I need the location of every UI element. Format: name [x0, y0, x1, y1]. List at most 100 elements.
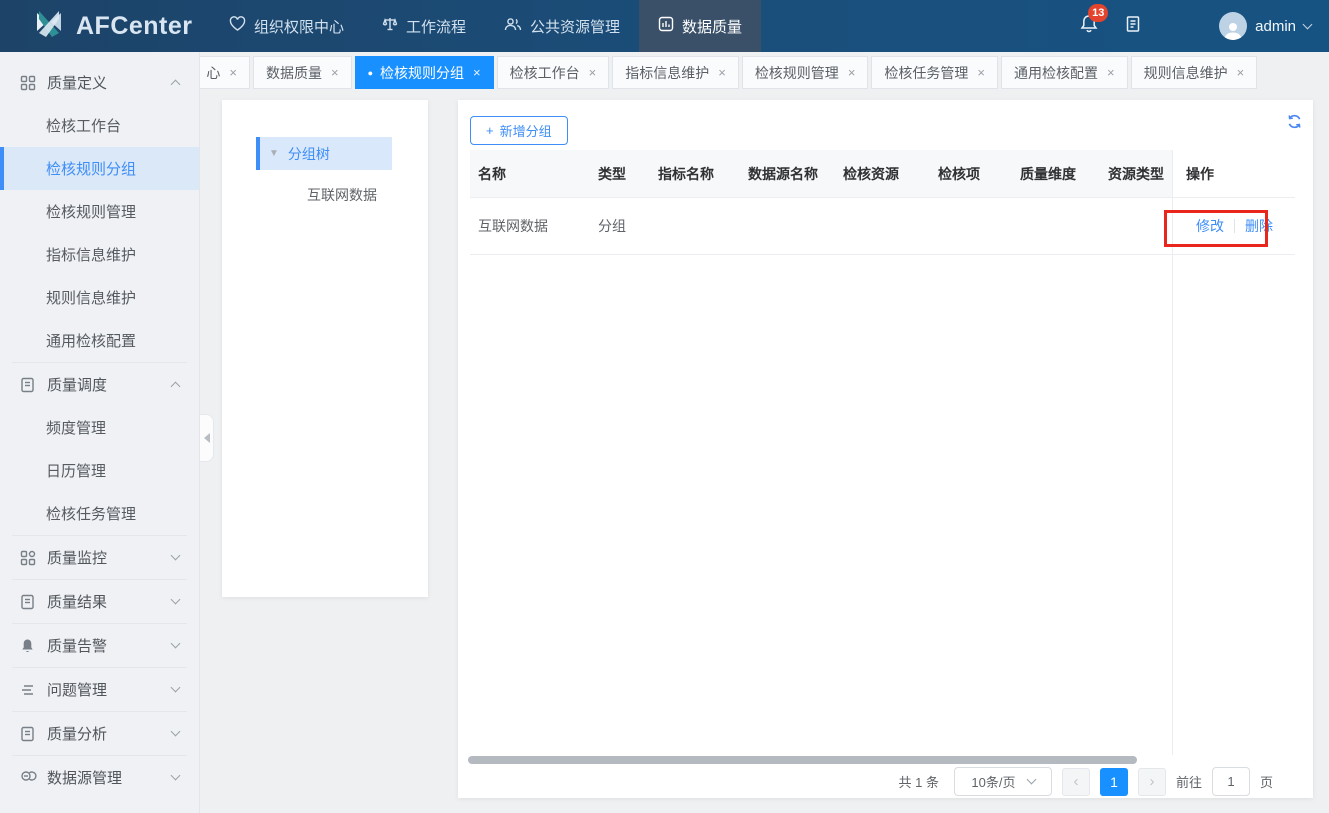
tree-node-internet-data[interactable]: 互联网数据: [307, 185, 428, 205]
sidebar-group-quality-analysis[interactable]: 质量分析: [0, 712, 199, 755]
rule-group-table: 名称 类型 指标名称 数据源名称 检核资源 检核项 质量维度 资源类型 操作 互…: [470, 150, 1295, 255]
chevron-up-icon: [171, 382, 181, 392]
sidebar-item-label: 检核工作台: [46, 115, 121, 136]
sidebar-group-quality-alert[interactable]: 质量告警: [0, 624, 199, 667]
tab-data-quality[interactable]: 数据质量 ×: [253, 56, 352, 89]
tab-check-rule-group[interactable]: ● 检核规则分组 ×: [355, 56, 494, 89]
table-row[interactable]: 互联网数据 分组 修改 删除: [470, 198, 1295, 255]
logo-icon: [32, 7, 66, 46]
close-icon[interactable]: ×: [589, 65, 597, 80]
tab-label: 检核任务管理: [884, 63, 968, 83]
column-header-check-resource: 检核资源: [835, 150, 930, 197]
document-icon: [20, 377, 37, 393]
sidebar-group-label: 数据源管理: [47, 767, 122, 788]
pagination: 共 1 条 10条/页 ‹ 1 › 前往 页: [899, 767, 1274, 796]
notifications-button[interactable]: 13: [1079, 13, 1099, 39]
close-icon[interactable]: ×: [1107, 65, 1115, 80]
database-icon: [20, 770, 37, 785]
sidebar-group-quality-result[interactable]: 质量结果: [0, 580, 199, 623]
column-header-datasource-name: 数据源名称: [740, 150, 835, 197]
sidebar-item-calendar-mgmt[interactable]: 日历管理: [0, 449, 199, 492]
tab-general-check-config[interactable]: 通用检核配置 ×: [1001, 56, 1128, 89]
close-icon[interactable]: ×: [331, 65, 339, 80]
nav-item-data-quality[interactable]: 数据质量: [639, 0, 761, 52]
tab-check-workbench[interactable]: 检核工作台 ×: [497, 56, 610, 89]
chart-icon: [658, 16, 674, 36]
bell-icon: [20, 638, 37, 654]
grid-icon: [20, 75, 37, 91]
table-header-row: 名称 类型 指标名称 数据源名称 检核资源 检核项 质量维度 资源类型 操作: [470, 150, 1295, 198]
cell-name: 互联网数据: [470, 198, 590, 254]
nav-item-org-center[interactable]: 组织权限中心: [210, 0, 363, 52]
username: admin: [1255, 18, 1296, 35]
log-button[interactable]: [1125, 15, 1141, 38]
user-menu[interactable]: admin: [1219, 12, 1311, 40]
tab-check-task-mgmt[interactable]: 检核任务管理 ×: [871, 56, 998, 89]
goto-page-input[interactable]: [1212, 767, 1250, 796]
tab-label: 心: [206, 63, 220, 83]
document-icon: [20, 726, 37, 742]
chevron-down-icon: [171, 683, 181, 693]
top-navbar: AFCenter 组织权限中心 工作流程: [0, 0, 1329, 52]
refresh-icon[interactable]: [1286, 113, 1303, 135]
current-page-button[interactable]: 1: [1100, 768, 1128, 796]
sidebar-group-quality-definition[interactable]: 质量定义: [0, 61, 199, 104]
caret-down-icon[interactable]: ▼: [269, 148, 279, 159]
close-icon[interactable]: ×: [473, 65, 481, 80]
sidebar-item-check-rule-mgmt[interactable]: 检核规则管理: [0, 190, 199, 233]
notification-badge: 13: [1088, 4, 1108, 22]
tab-bar: 心 × 数据质量 × ● 检核规则分组 × 检核工作台 × 指标信息维护 × 检…: [200, 52, 1329, 90]
tab-org-center-partial[interactable]: 心 ×: [200, 56, 250, 89]
prev-arrow-icon: ‹: [1073, 773, 1078, 790]
close-icon[interactable]: ×: [229, 65, 237, 80]
column-header-resource-type: 资源类型: [1100, 150, 1172, 197]
chevron-down-icon: [1303, 19, 1313, 29]
sidebar-group-quality-schedule[interactable]: 质量调度: [0, 363, 199, 406]
nav-item-label: 数据质量: [682, 16, 742, 37]
next-page-button[interactable]: ›: [1138, 768, 1166, 796]
tab-check-rule-mgmt[interactable]: 检核规则管理 ×: [742, 56, 869, 89]
horizontal-scrollbar[interactable]: [468, 756, 1137, 764]
app-title: AFCenter: [76, 12, 193, 41]
sidebar-item-rule-info[interactable]: 规则信息维护: [0, 276, 199, 319]
tab-rule-info[interactable]: 规则信息维护 ×: [1131, 56, 1258, 89]
close-icon[interactable]: ×: [718, 65, 726, 80]
edit-link[interactable]: 修改: [1186, 216, 1234, 236]
delete-link[interactable]: 删除: [1235, 216, 1283, 236]
cell-actions: 修改 删除: [1172, 198, 1295, 254]
sidebar-collapse-handle[interactable]: [200, 414, 214, 462]
sidebar-group-issue-mgmt[interactable]: 问题管理: [0, 668, 199, 711]
tab-label: 检核规则管理: [755, 63, 839, 83]
sidebar-item-check-rule-group[interactable]: 检核规则分组: [0, 147, 199, 190]
sidebar-group-label: 质量定义: [47, 72, 107, 93]
chevron-up-icon: [171, 80, 181, 90]
tab-label: 检核工作台: [510, 63, 580, 83]
cell-check-item: [930, 198, 1012, 254]
sidebar-item-check-task-mgmt[interactable]: 检核任务管理: [0, 492, 199, 535]
sidebar-group-quality-monitor[interactable]: 质量监控: [0, 536, 199, 579]
sidebar-item-general-check-config[interactable]: 通用检核配置: [0, 319, 199, 362]
sidebar-item-indicator-info[interactable]: 指标信息维护: [0, 233, 199, 276]
tab-label: 指标信息维护: [625, 63, 709, 83]
tab-indicator-info[interactable]: 指标信息维护 ×: [612, 56, 739, 89]
sidebar: 质量定义 检核工作台 检核规则分组 检核规则管理 指标信息维护 规则信息维护 通…: [0, 52, 200, 813]
nav-item-workflow[interactable]: 工作流程: [363, 0, 485, 52]
chevron-down-icon: [1026, 775, 1036, 785]
close-icon[interactable]: ×: [977, 65, 985, 80]
close-icon[interactable]: ×: [848, 65, 856, 80]
sidebar-item-label: 指标信息维护: [46, 244, 136, 265]
sidebar-group-datasource-mgmt[interactable]: 数据源管理: [0, 756, 199, 799]
tree-node-root[interactable]: ▼ 分组树: [256, 137, 392, 170]
chevron-down-icon: [171, 551, 181, 561]
nav-item-public-resources[interactable]: 公共资源管理: [485, 0, 639, 52]
prev-page-button[interactable]: ‹: [1062, 768, 1090, 796]
sidebar-item-frequency-mgmt[interactable]: 频度管理: [0, 406, 199, 449]
group-tree-panel: ▼ 分组树 互联网数据: [222, 100, 428, 597]
close-icon[interactable]: ×: [1237, 65, 1245, 80]
tab-label: 数据质量: [266, 63, 322, 83]
page-size-select[interactable]: 10条/页: [954, 767, 1052, 796]
app-logo: AFCenter: [0, 0, 210, 52]
scale-icon: [382, 16, 398, 36]
sidebar-item-check-workbench[interactable]: 检核工作台: [0, 104, 199, 147]
add-group-button[interactable]: + 新增分组: [470, 116, 568, 145]
